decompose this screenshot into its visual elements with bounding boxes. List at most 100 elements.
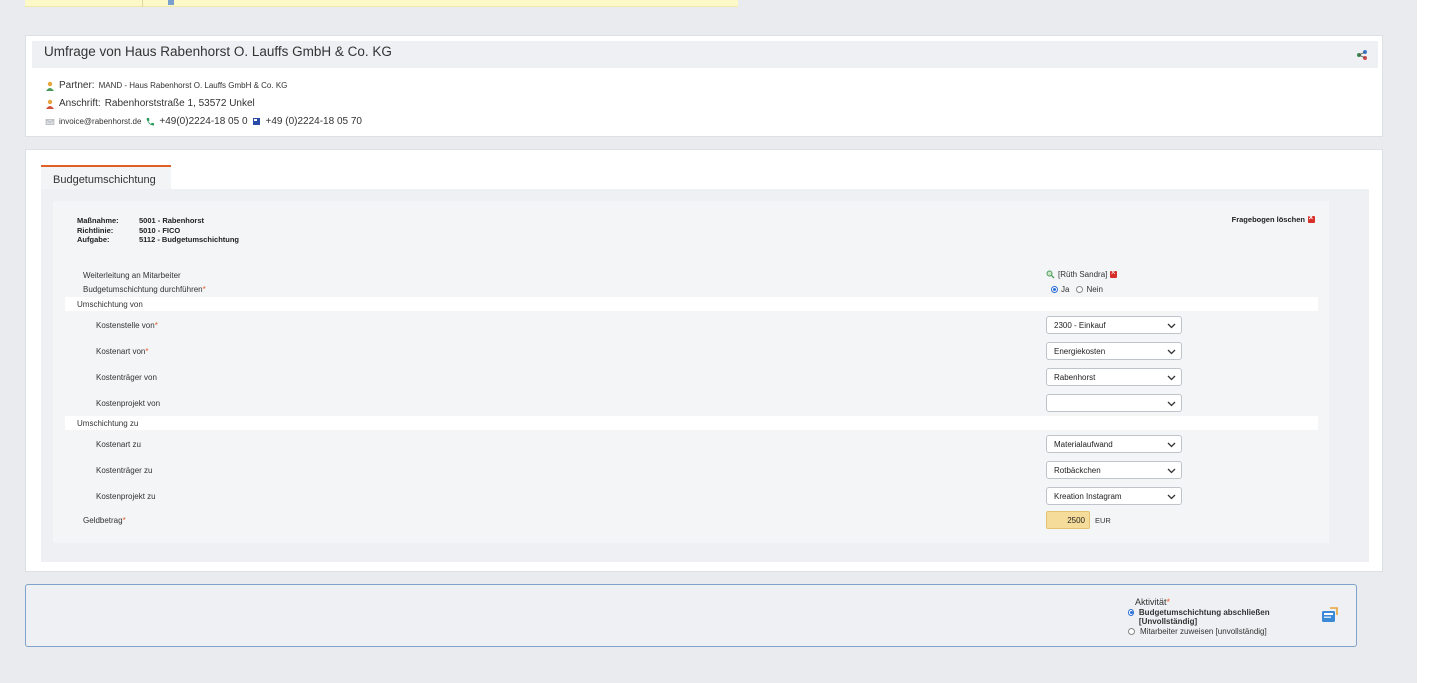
meta-richtlinie: Richtlinie: 5010 - FICO [77, 226, 180, 235]
kostenprojekt-von-select[interactable] [1046, 394, 1182, 412]
kostentraeger-von-label: Kostenträger von [96, 373, 157, 382]
chevron-down-icon [1167, 401, 1176, 407]
forward-label: Weiterleitung an Mitarbeiter [83, 271, 181, 280]
forward-field: [Rüth Sandra] [1046, 268, 1118, 279]
meta-aufgabe-label: Aufgabe: [77, 235, 110, 244]
required-mark: * [154, 321, 158, 330]
form-panel: Maßnahme: 5001 - Rabenhorst Richtlinie: 50… [53, 201, 1329, 543]
kostentraeger-zu-label: Kostenträger zu [96, 466, 153, 475]
strip-divider [142, 0, 143, 7]
kostenprojekt-zu-label: Kostenprojekt zu [96, 492, 156, 501]
chevron-down-icon [1167, 442, 1176, 448]
share-icon[interactable] [1356, 49, 1368, 61]
kostenart-von-value: Energiekosten [1054, 347, 1106, 356]
address-label: Anschrift: [59, 98, 101, 109]
activity-option-assign[interactable]: Mitarbeiter zuweisen [unvollständig] [1128, 627, 1267, 636]
submit-icon[interactable] [1321, 607, 1338, 624]
top-notification-strip [25, 0, 738, 7]
kostenstelle-von-select[interactable]: 2300 - Einkauf [1046, 316, 1182, 334]
partner-card: Umfrage von Haus Rabenhorst O. Lauffs Gm… [25, 35, 1383, 137]
required-mark: * [145, 347, 149, 356]
activity-panel: Aktivität* Budgetumschichtung abschließe… [25, 584, 1357, 647]
kostentraeger-zu-value: Rotbäckchen [1054, 466, 1101, 475]
meta-aufgabe-value: 5112 - Budgetumschichtung [139, 235, 240, 244]
section-to: Umschichtung zu [65, 416, 1318, 430]
page-right-gutter [1417, 0, 1451, 683]
activity-title-row: Aktivität* [1135, 597, 1170, 607]
chevron-down-icon [1167, 349, 1176, 355]
phone-number[interactable]: +49(0)2224-18 05 0 [159, 116, 247, 127]
kostenstelle-von-label-row: Kostenstelle von* [96, 321, 158, 330]
kostenart-zu-value: Materialaufwand [1054, 440, 1113, 449]
kostentraeger-von-select[interactable]: Rabenhorst [1046, 368, 1182, 386]
execute-yes-label: Ja [1061, 285, 1070, 294]
tab-budgetumschichtung[interactable]: Budgetumschichtung [41, 165, 171, 189]
meta-massnahme: Maßnahme: 5001 - Rabenhorst [77, 216, 204, 225]
partner-line: Partner: MAND - Haus Rabenhorst O. Lauff… [45, 80, 287, 91]
chevron-down-icon [1167, 375, 1176, 381]
required-mark: * [202, 285, 206, 294]
tab-content: Maßnahme: 5001 - Rabenhorst Richtlinie: 50… [41, 189, 1369, 562]
amount-input[interactable]: 2500 [1046, 511, 1090, 529]
kostenart-von-label: Kostenart von [96, 347, 146, 356]
address-value: Rabenhorststraße 1, 53572 Unkel [104, 98, 255, 109]
partner-value: MAND - Haus Rabenhorst O. Lauffs GmbH & … [98, 81, 288, 90]
kostenstelle-von-label: Kostenstelle von [96, 321, 155, 330]
activity-option-assign-label: Mitarbeiter zuweisen [unvollständig] [1140, 627, 1267, 636]
kostenart-zu-label: Kostenart zu [96, 440, 141, 449]
delete-questionnaire-label: Fragebogen löschen [1231, 215, 1305, 224]
contact-line: invoice@rabenhorst.de +49(0)2224-18 05 0… [45, 116, 362, 127]
activity-option-complete-radio[interactable] [1128, 609, 1134, 616]
fax-icon [252, 117, 260, 125]
section-from: Umschichtung von [65, 297, 1318, 311]
activity-option-complete-label: Budgetumschichtung abschließen [Unvollst… [1138, 608, 1270, 626]
partner-person-icon [46, 81, 54, 91]
partner-label: Partner: [59, 80, 95, 91]
address-person-icon [46, 99, 54, 109]
search-icon[interactable] [1046, 270, 1055, 279]
kostenprojekt-von-label: Kostenprojekt von [96, 399, 161, 408]
execute-label: Budgetumschichtung durchführen [83, 285, 203, 294]
chevron-down-icon [1167, 468, 1176, 474]
kostentraeger-von-value: Rabenhorst [1054, 373, 1096, 382]
amount-label: Geldbetrag [83, 516, 123, 525]
meta-aufgabe: Aufgabe: 5112 - Budgetumschichtung [77, 235, 239, 244]
currency-label: EUR [1095, 516, 1111, 525]
activity-title: Aktivität [1135, 597, 1167, 607]
kostenprojekt-zu-value: Kreation Instagram [1054, 492, 1122, 501]
mail-icon [45, 118, 55, 125]
phone-icon [146, 117, 155, 126]
kostenart-zu-select[interactable]: Materialaufwand [1046, 435, 1182, 453]
meta-massnahme-label: Maßnahme: [77, 216, 119, 225]
kostenprojekt-zu-select[interactable]: Kreation Instagram [1046, 487, 1182, 505]
activity-option-assign-radio[interactable] [1128, 628, 1135, 635]
remove-icon[interactable] [1110, 268, 1118, 278]
survey-card: Budgetumschichtung Maßnahme: 5001 - Raben… [25, 149, 1383, 572]
fax-number: +49 (0)2224-18 05 70 [265, 116, 362, 127]
required-mark: * [1166, 597, 1171, 607]
meta-richtlinie-value: 5010 - FICO [139, 225, 181, 235]
kostentraeger-zu-select[interactable]: Rotbäckchen [1046, 461, 1182, 479]
meta-richtlinie-label: Richtlinie: [77, 225, 114, 235]
chevron-down-icon [1167, 323, 1176, 329]
execute-yes-radio[interactable] [1051, 286, 1058, 293]
kostenart-von-select[interactable]: Energiekosten [1046, 342, 1182, 360]
amount-label-row: Geldbetrag* [83, 516, 126, 525]
delete-questionnaire-button[interactable]: Fragebogen löschen [1231, 213, 1315, 224]
strip-icon [168, 0, 174, 5]
card-titlebar: Umfrage von Haus Rabenhorst O. Lauffs Gm… [32, 41, 1378, 68]
activity-option-complete[interactable]: Budgetumschichtung abschließen [Unvollst… [1128, 608, 1288, 626]
execute-no-label: Nein [1086, 285, 1103, 294]
execute-no-radio[interactable] [1076, 286, 1084, 293]
meta-massnahme-value: 5001 - Rabenhorst [139, 216, 205, 225]
email-link[interactable]: invoice@rabenhorst.de [59, 117, 141, 126]
kostenart-von-label-row: Kostenart von* [96, 347, 149, 356]
chevron-down-icon [1167, 494, 1176, 500]
page-title: Umfrage von Haus Rabenhorst O. Lauffs Gm… [44, 44, 392, 59]
execute-radio-group: Ja Nein [1051, 285, 1103, 294]
forward-value: [Rüth Sandra] [1058, 270, 1108, 279]
address-line: Anschrift: Rabenhorststraße 1, 53572 Unk… [45, 98, 255, 109]
required-mark: * [122, 516, 126, 525]
kostenstelle-von-value: 2300 - Einkauf [1054, 321, 1106, 330]
delete-icon[interactable] [1308, 213, 1315, 223]
